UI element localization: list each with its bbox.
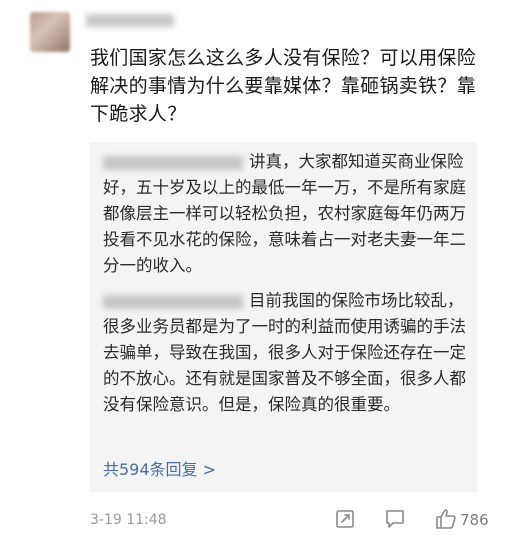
username-redacted[interactable] bbox=[86, 14, 174, 27]
share-button[interactable] bbox=[332, 506, 358, 532]
reply-icon bbox=[386, 510, 404, 528]
reply-author-redacted[interactable] bbox=[103, 294, 243, 309]
like-button[interactable] bbox=[433, 506, 459, 532]
comment-text: 我们国家怎么这么多人没有保险？可以用保险解决的事情为什么要靠媒体？靠砸锅卖铁？靠… bbox=[90, 47, 477, 125]
reply-author-redacted[interactable] bbox=[103, 155, 243, 170]
reply-item[interactable]: 讲真，大家都知道买商业保险好，五十岁及以上的最低一年一万，不是所有家庭都像层主一… bbox=[103, 149, 467, 279]
thumbs-up-icon bbox=[436, 509, 456, 529]
reply-item[interactable]: 目前我国的保险市场比较乱，很多业务员都是为了一时的利益而使用诱骗的手法去骗单，导… bbox=[103, 288, 467, 418]
more-replies-link[interactable]: 共594条回复 > bbox=[103, 459, 216, 481]
avatar[interactable] bbox=[30, 12, 70, 52]
reply-text: 讲真，大家都知道买商业保险好，五十岁及以上的最低一年一万，不是所有家庭都像层主一… bbox=[103, 152, 466, 275]
comment-timestamp: 3-19 11:48 bbox=[90, 512, 167, 528]
share-icon bbox=[336, 510, 354, 528]
reply-button[interactable] bbox=[382, 506, 408, 532]
like-count: 786 bbox=[460, 511, 489, 529]
reply-text: 目前我国的保险市场比较乱，很多业务员都是为了一时的利益而使用诱骗的手法去骗单，导… bbox=[103, 291, 466, 414]
